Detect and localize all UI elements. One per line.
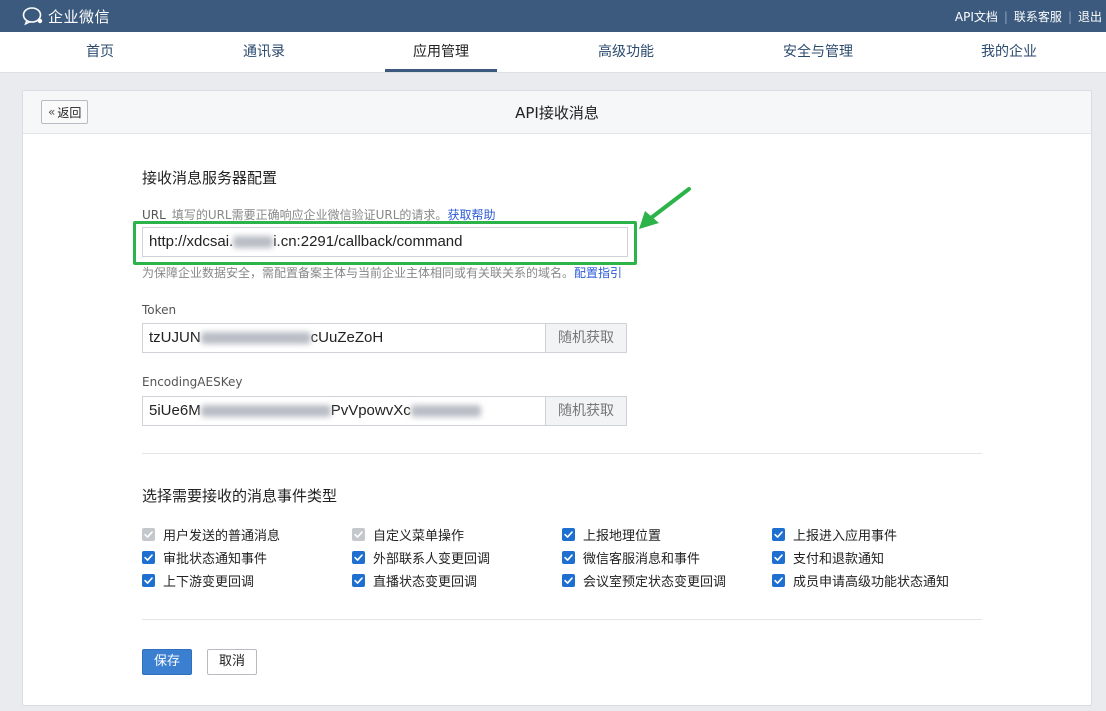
- event-checkbox-label: 外部联系人变更回调: [373, 552, 491, 567]
- separator: |: [1067, 9, 1072, 24]
- section-divider: [142, 453, 982, 454]
- nav-app-management[interactable]: 应用管理: [385, 32, 497, 72]
- event-checkbox-label: 微信客服消息和事件: [583, 552, 701, 567]
- nav-contacts[interactable]: 通讯录: [243, 32, 285, 72]
- events-title: 选择需要接收的消息事件类型: [142, 487, 338, 505]
- event-checkbox-label: 支付和退款通知: [793, 552, 885, 567]
- main-nav: 首页 通讯录 应用管理 高级功能 安全与管理 我的企业: [0, 32, 1106, 73]
- event-checkbox-item[interactable]: 上下游变更回调: [142, 571, 254, 590]
- event-checkbox-label: 审批状态通知事件: [163, 552, 268, 567]
- token-value-suffix: cUuZeZoH: [310, 329, 384, 346]
- event-checkbox-label: 成员申请高级功能状态通知: [793, 575, 950, 590]
- event-checkbox-item[interactable]: 支付和退款通知: [772, 548, 884, 567]
- event-checkbox-label: 自定义菜单操作: [373, 529, 465, 544]
- checkbox-checked-icon[interactable]: [142, 574, 155, 587]
- token-value-prefix: tzUJUN: [149, 329, 201, 346]
- checkbox-checked-icon[interactable]: [772, 528, 785, 541]
- event-checkbox-item[interactable]: 直播状态变更回调: [352, 571, 477, 590]
- domain-note-text: 为保障企业数据安全，需配置备案主体与当前企业主体相同或有关联关系的域名。: [142, 266, 575, 280]
- server-config-title: 接收消息服务器配置: [142, 169, 278, 187]
- nav-security-management[interactable]: 安全与管理: [783, 32, 853, 72]
- event-checkbox-label: 上报地理位置: [583, 529, 662, 544]
- event-checkbox-item: 自定义菜单操作: [352, 525, 464, 544]
- checkbox-checked-icon[interactable]: [352, 551, 365, 564]
- separator: |: [1003, 9, 1008, 24]
- event-checkbox-item[interactable]: 微信客服消息和事件: [562, 548, 700, 567]
- event-checkbox-item[interactable]: 会议室预定状态变更回调: [562, 571, 726, 590]
- nav-my-enterprise[interactable]: 我的企业: [981, 32, 1037, 72]
- token-input[interactable]: tzUJUN cUuZeZoH: [142, 323, 546, 353]
- nav-home[interactable]: 首页: [86, 32, 114, 72]
- event-checkbox-item[interactable]: 审批状态通知事件: [142, 548, 267, 567]
- checkbox-checked-icon[interactable]: [772, 551, 785, 564]
- token-random-button[interactable]: 随机获取: [545, 323, 627, 353]
- logout-link[interactable]: 退出: [1078, 8, 1102, 25]
- event-checkbox-label: 用户发送的普通消息: [163, 529, 281, 544]
- brand[interactable]: 企业微信: [22, 6, 110, 26]
- checkbox-checked-icon[interactable]: [142, 551, 155, 564]
- event-checkbox-item[interactable]: 上报地理位置: [562, 525, 661, 544]
- green-arrow-icon: [639, 187, 691, 229]
- checkbox-checked-icon[interactable]: [562, 528, 575, 541]
- checkbox-checked-icon[interactable]: [772, 574, 785, 587]
- checkbox-checked-icon: [352, 528, 365, 541]
- event-checkbox-label: 上报进入应用事件: [793, 529, 898, 544]
- cancel-button[interactable]: 取消: [207, 649, 257, 675]
- event-checkbox-item[interactable]: 成员申请高级功能状态通知: [772, 571, 949, 590]
- contact-support-link[interactable]: 联系客服: [1014, 8, 1062, 25]
- checkbox-checked-icon[interactable]: [352, 574, 365, 587]
- config-guide-link[interactable]: 配置指引: [574, 266, 622, 280]
- brand-name: 企业微信: [48, 7, 111, 26]
- aes-key-value-middle: PvVpowvXc: [330, 402, 411, 419]
- green-highlight-box: [133, 221, 637, 265]
- checkbox-checked-icon: [142, 528, 155, 541]
- token-label: Token: [142, 303, 177, 317]
- page-title: API接收消息: [515, 104, 599, 122]
- redacted-blur: [200, 405, 331, 418]
- event-checkbox-label: 直播状态变更回调: [373, 575, 478, 590]
- event-checkbox-item: 用户发送的普通消息: [142, 525, 280, 544]
- top-bar: 企业微信 API文档 | 联系客服 | 退出: [0, 0, 1106, 32]
- event-checkbox-item[interactable]: 上报进入应用事件: [772, 525, 897, 544]
- event-checkbox-label: 上下游变更回调: [163, 575, 255, 590]
- url-hint: 填写的URL需要正确响应企业微信验证URL的请求。: [171, 208, 448, 222]
- redacted-blur: [200, 332, 311, 345]
- redacted-blur: [410, 405, 481, 418]
- aes-key-random-button[interactable]: 随机获取: [545, 396, 627, 426]
- checkbox-checked-icon[interactable]: [562, 574, 575, 587]
- api-receive-card: « 返回 API接收消息 接收消息服务器配置 URL 填写的URL需要正确响应企业…: [22, 90, 1092, 706]
- save-button[interactable]: 保存: [142, 649, 192, 675]
- top-links: API文档 | 联系客服 | 退出: [955, 8, 1102, 25]
- aes-key-value-prefix: 5iUe6M: [149, 402, 201, 419]
- domain-note: 为保障企业数据安全，需配置备案主体与当前企业主体相同或有关联关系的域名。配置指引: [142, 264, 622, 281]
- wecom-logo-icon: [22, 7, 43, 26]
- get-help-link[interactable]: 获取帮助: [447, 208, 495, 222]
- event-checkbox-item[interactable]: 外部联系人变更回调: [352, 548, 490, 567]
- checkbox-checked-icon[interactable]: [562, 551, 575, 564]
- card-header: « 返回 API接收消息: [23, 91, 1091, 134]
- aes-key-label: EncodingAESKey: [142, 375, 243, 389]
- url-label: URL: [142, 208, 166, 222]
- aes-key-input[interactable]: 5iUe6M PvVpowvXc: [142, 396, 546, 426]
- nav-advanced-features[interactable]: 高级功能: [598, 32, 654, 72]
- event-checkbox-label: 会议室预定状态变更回调: [583, 575, 727, 590]
- section-divider: [142, 619, 982, 620]
- api-docs-link[interactable]: API文档: [955, 8, 998, 25]
